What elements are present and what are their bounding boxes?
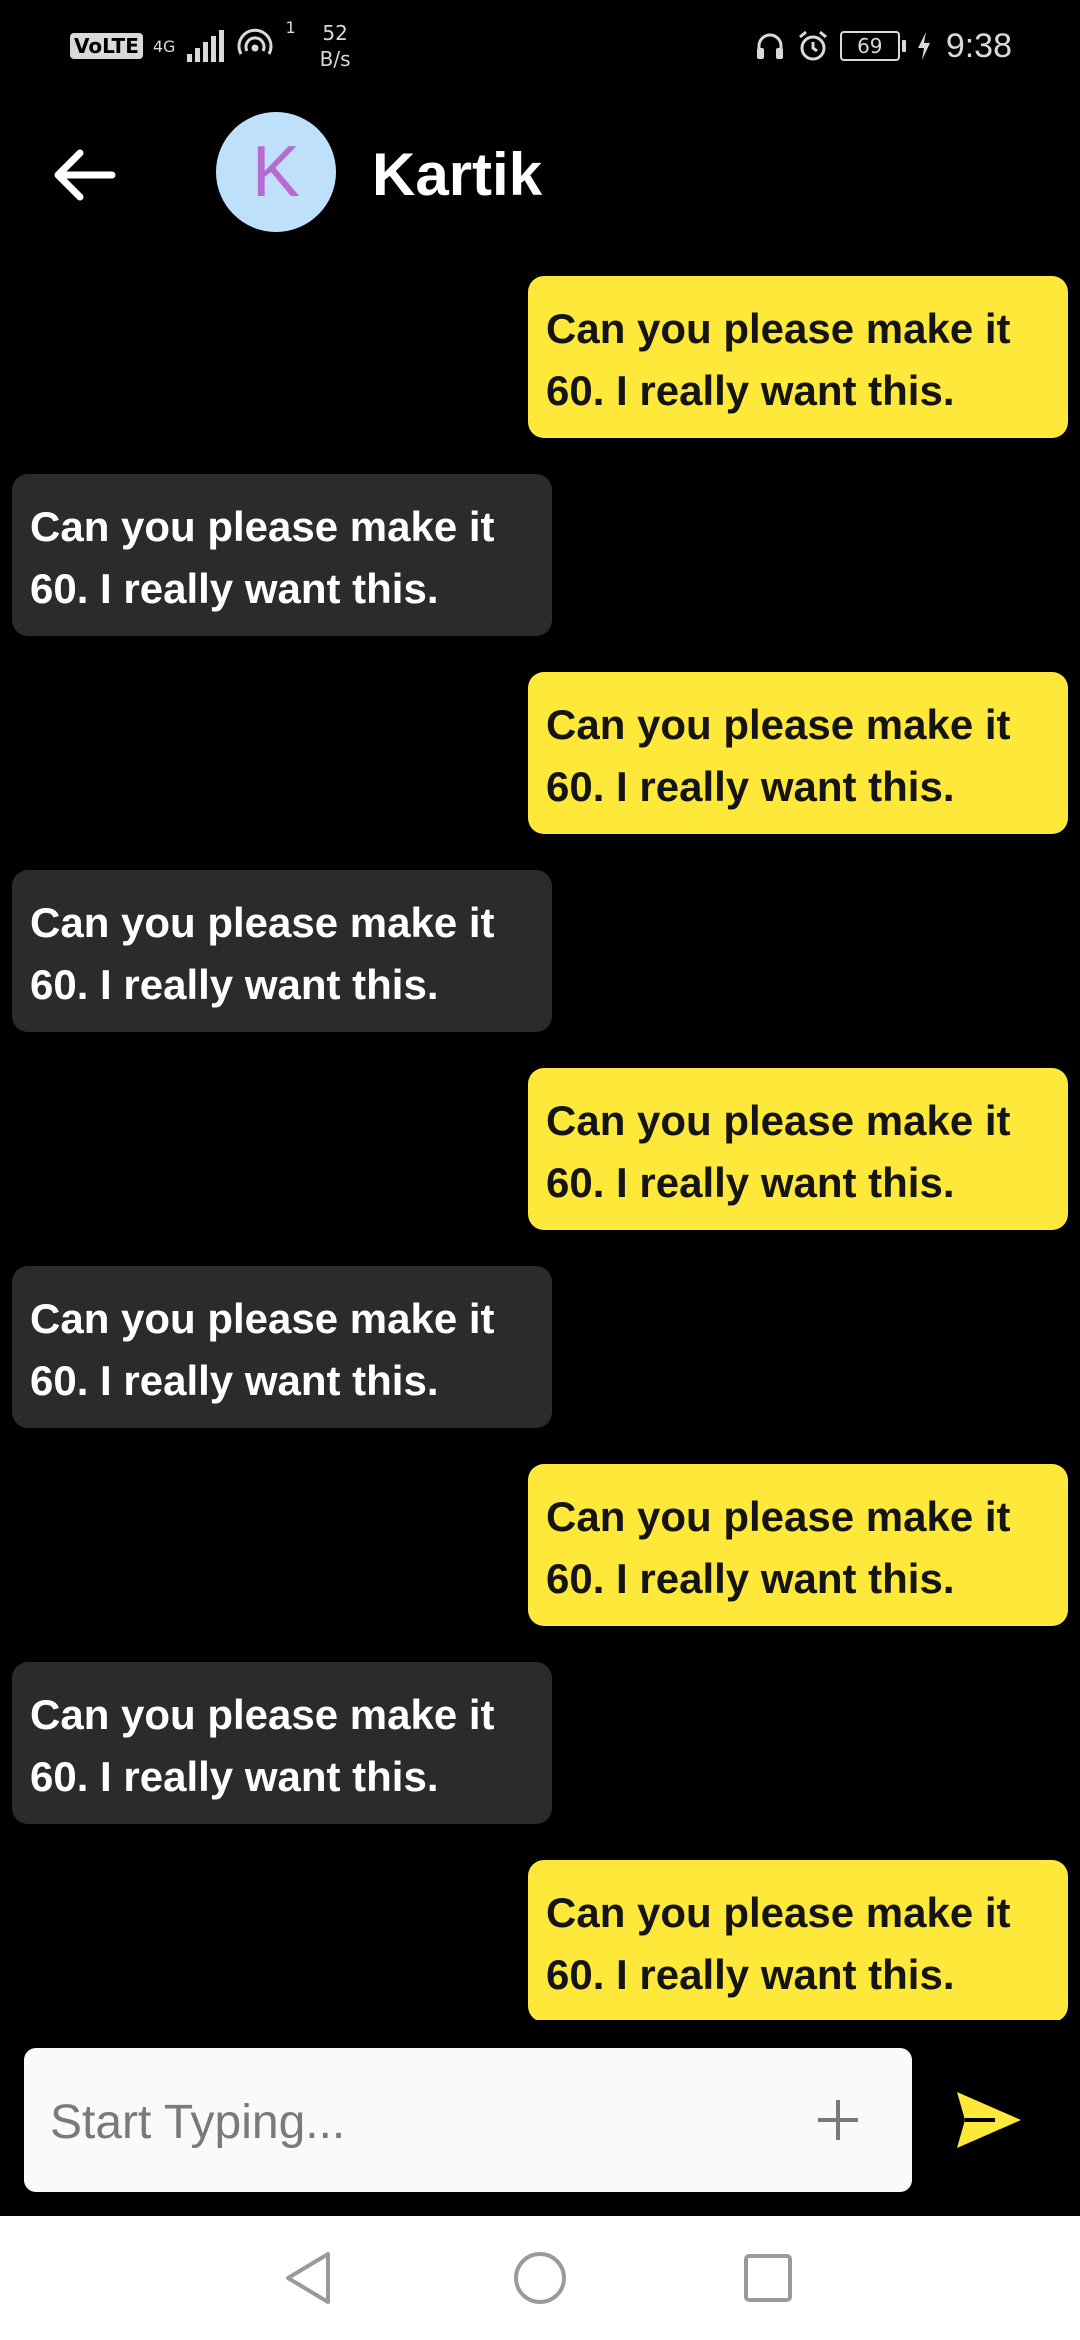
- message-bubble-received[interactable]: Can you please make it 60. I really want…: [12, 870, 552, 1032]
- system-nav-bar: [0, 2216, 1080, 2340]
- contact-name[interactable]: Kartik: [372, 140, 542, 210]
- alarm-icon: [798, 30, 827, 61]
- message-bubble-sent[interactable]: Can you please make it 60. I really want…: [528, 1068, 1068, 1230]
- chat-header: K Kartik: [0, 100, 1080, 250]
- message-input-container: [24, 2048, 912, 2192]
- network-speed: 52 B/s: [320, 20, 351, 72]
- message-bubble-sent[interactable]: Can you please make it 60. I really want…: [528, 1860, 1068, 2020]
- arrow-left-icon: [54, 149, 116, 201]
- composer: [0, 2048, 1080, 2194]
- battery-icon: 69: [839, 31, 906, 61]
- nav-back-button[interactable]: [276, 2246, 340, 2310]
- attach-button[interactable]: [806, 2088, 870, 2152]
- nav-home-button[interactable]: [508, 2246, 572, 2310]
- nav-recents-button[interactable]: [736, 2246, 800, 2310]
- send-button[interactable]: [944, 2078, 1034, 2162]
- signal-icon: [187, 30, 225, 62]
- avatar-initial: K: [251, 132, 301, 212]
- message-bubble-received[interactable]: Can you please make it 60. I really want…: [12, 1662, 552, 1824]
- circle-home-icon: [514, 2252, 566, 2304]
- message-input[interactable]: [48, 2086, 792, 2158]
- square-recents-icon: [744, 2254, 792, 2302]
- message-bubble-sent[interactable]: Can you please make it 60. I really want…: [528, 672, 1068, 834]
- back-button[interactable]: [44, 135, 124, 215]
- hotspot-count: 1: [285, 18, 296, 37]
- headphones-icon: [756, 33, 783, 59]
- battery-level: 69: [839, 31, 900, 61]
- volte-badge: VoLTE: [70, 33, 143, 59]
- charging-icon: [917, 32, 930, 60]
- status-bar: VoLTE 4G 1 52 B/s 69 9:38: [0, 0, 1080, 90]
- avatar[interactable]: K: [216, 112, 336, 232]
- status-right: 69 9:38: [754, 22, 1012, 70]
- network-type: 4G: [152, 36, 176, 56]
- status-left: VoLTE 4G 1 52 B/s: [70, 18, 351, 74]
- message-list[interactable]: Can you please make it 60. I really want…: [0, 270, 1080, 2020]
- hotspot-icon: [238, 28, 273, 55]
- battery-tip: [901, 40, 906, 52]
- triangle-back-icon: [286, 2252, 330, 2304]
- message-bubble-sent[interactable]: Can you please make it 60. I really want…: [528, 276, 1068, 438]
- speed-unit: B/s: [319, 47, 351, 71]
- plus-icon: [818, 2100, 858, 2140]
- message-bubble-received[interactable]: Can you please make it 60. I really want…: [12, 474, 552, 636]
- speed-value: 52: [322, 21, 348, 45]
- message-bubble-received[interactable]: Can you please make it 60. I really want…: [12, 1266, 552, 1428]
- message-bubble-sent[interactable]: Can you please make it 60. I really want…: [528, 1464, 1068, 1626]
- send-icon: [957, 2092, 1021, 2148]
- clock: 9:38: [945, 26, 1012, 65]
